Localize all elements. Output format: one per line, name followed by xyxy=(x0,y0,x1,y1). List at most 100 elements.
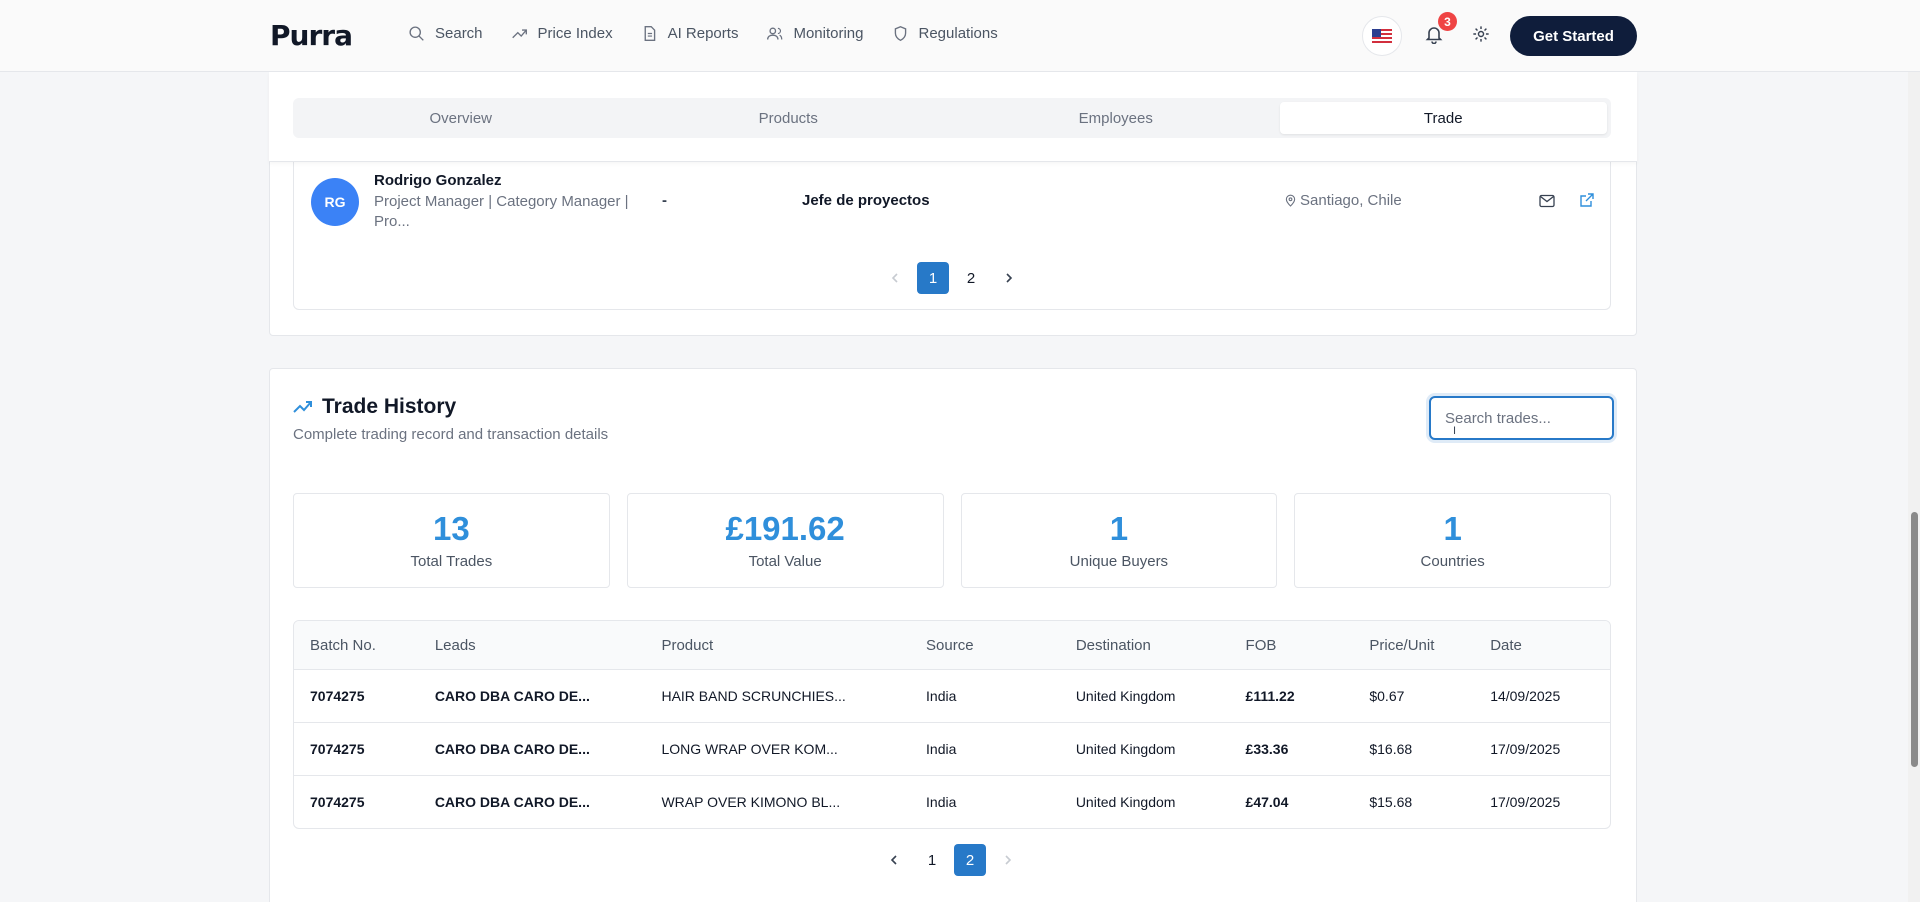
table-row[interactable]: 7074275 CARO DBA CARO DE... HAIR BAND SC… xyxy=(294,669,1610,722)
table-row[interactable]: 7074275 CARO DBA CARO DE... WRAP OVER KI… xyxy=(294,775,1610,828)
trades-table: Batch No. Leads Product Source Destinati… xyxy=(293,620,1611,829)
batch-cell: 7074275 xyxy=(310,688,365,704)
leads-cell: CARO DBA CARO DE... xyxy=(434,794,590,810)
page-button[interactable]: 1 xyxy=(916,844,948,876)
tab-trade[interactable]: Trade xyxy=(1279,102,1607,134)
nav-price-index[interactable]: Price Index xyxy=(511,25,613,42)
shield-icon xyxy=(894,25,906,42)
search-icon xyxy=(409,26,424,41)
trade-stats: 13 Total Trades £191.62 Total Value 1 Un… xyxy=(293,493,1611,588)
chevron-left-icon xyxy=(890,855,897,865)
text-cursor-icon: I xyxy=(1453,425,1457,437)
stat-label: Total Trades xyxy=(410,553,493,570)
search-trades-input[interactable] xyxy=(1429,396,1614,440)
column-header[interactable]: Source xyxy=(910,637,1060,654)
product-cell: LONG WRAP OVER KOM... xyxy=(661,741,838,757)
destination-cell: United Kingdom xyxy=(1075,794,1176,810)
tab-overview[interactable]: Overview xyxy=(297,102,625,134)
map-pin-icon xyxy=(1285,194,1296,207)
stat-value: 13 xyxy=(433,510,470,547)
nav-monitoring-label: Monitoring xyxy=(793,25,864,42)
column-header[interactable]: FOB xyxy=(1230,637,1354,654)
price-unit-cell: $16.68 xyxy=(1369,741,1413,757)
mail-icon[interactable] xyxy=(1539,194,1555,208)
stat-label: Countries xyxy=(1420,553,1485,570)
table-header: Batch No. Leads Product Source Destinati… xyxy=(294,621,1610,669)
nav-regulations-label: Regulations xyxy=(918,25,998,42)
next-page-button[interactable] xyxy=(992,844,1024,876)
gear-icon[interactable] xyxy=(1472,25,1490,43)
date-cell: 17/09/2025 xyxy=(1490,794,1561,810)
tabs-bar: Overview Products Employees Trade xyxy=(269,72,1637,162)
trade-history-subtitle: Complete trading record and transaction … xyxy=(293,426,609,443)
column-header[interactable]: Product xyxy=(645,637,910,654)
stat-value: 1 xyxy=(1443,510,1462,547)
price-unit-cell: $15.68 xyxy=(1369,794,1413,810)
us-flag-icon xyxy=(1372,29,1392,43)
page-button[interactable]: 1 xyxy=(917,262,949,294)
top-navbar: Purra Search Price Index AI Reports Moni… xyxy=(0,0,1920,72)
stat-value: £191.62 xyxy=(725,510,845,547)
external-link-icon[interactable] xyxy=(1579,192,1595,208)
column-header[interactable]: Leads xyxy=(419,637,646,654)
employee-location-text: Santiago, Chile xyxy=(1300,192,1402,209)
chevron-right-icon xyxy=(1006,273,1013,283)
page-button[interactable]: 2 xyxy=(955,262,987,294)
table-row[interactable]: 7074275 CARO DBA CARO DE... LONG WRAP OV… xyxy=(294,722,1610,775)
tab-list: Overview Products Employees Trade xyxy=(293,98,1611,138)
prev-page-button[interactable] xyxy=(878,844,910,876)
trending-up-icon xyxy=(511,29,527,39)
document-icon xyxy=(644,26,655,41)
language-button[interactable] xyxy=(1362,16,1402,56)
stat-total-trades: 13 Total Trades xyxy=(293,493,610,588)
employee-name: Rodrigo Gonzalez xyxy=(374,172,502,189)
tab-products[interactable]: Products xyxy=(625,102,953,134)
nav-price-index-label: Price Index xyxy=(537,25,613,42)
employee-location: Santiago, Chile xyxy=(1285,192,1402,209)
prev-page-button[interactable] xyxy=(879,262,911,294)
tab-employees[interactable]: Employees xyxy=(952,102,1280,134)
destination-cell: United Kingdom xyxy=(1075,741,1176,757)
next-page-button[interactable] xyxy=(993,262,1025,294)
destination-cell: United Kingdom xyxy=(1075,688,1176,704)
nav-ai-reports-label: AI Reports xyxy=(667,25,739,42)
column-header[interactable]: Price/Unit xyxy=(1353,637,1474,654)
nav-ai-reports[interactable]: AI Reports xyxy=(641,25,739,42)
product-cell: HAIR BAND SCRUNCHIES... xyxy=(661,688,846,704)
batch-cell: 7074275 xyxy=(310,741,365,757)
nav-monitoring[interactable]: Monitoring xyxy=(766,25,864,42)
stat-unique-buyers: 1 Unique Buyers xyxy=(960,493,1278,588)
chevron-left-icon xyxy=(891,273,898,283)
trades-pagination: 1 2 xyxy=(878,844,1024,876)
product-cell: WRAP OVER KIMONO BL... xyxy=(661,794,841,810)
chevron-right-icon xyxy=(1005,855,1012,865)
get-started-button[interactable]: Get Started xyxy=(1510,16,1637,56)
source-cell: India xyxy=(926,794,957,810)
scrollbar-thumb[interactable] xyxy=(1911,512,1918,767)
employee-pagination: 1 2 xyxy=(879,262,1025,294)
column-header[interactable]: Destination xyxy=(1060,637,1230,654)
nav-search-label: Search xyxy=(435,25,483,42)
price-unit-cell: $0.67 xyxy=(1369,688,1405,704)
date-cell: 14/09/2025 xyxy=(1490,688,1561,704)
leads-cell: CARO DBA CARO DE... xyxy=(434,741,590,757)
employee-department: - xyxy=(662,192,667,209)
source-cell: India xyxy=(926,688,957,704)
fob-cell: £33.36 xyxy=(1245,741,1289,757)
main-nav: Search Price Index AI Reports Monitoring… xyxy=(408,25,998,42)
users-icon xyxy=(767,27,783,40)
column-header[interactable]: Batch No. xyxy=(294,637,419,654)
logo-text: Purra xyxy=(270,19,353,52)
employee-role: Jefe de proyectos xyxy=(802,192,930,209)
nav-regulations[interactable]: Regulations xyxy=(892,25,998,42)
logo[interactable]: Purra xyxy=(270,19,353,52)
fob-cell: £111.22 xyxy=(1245,688,1295,704)
trade-history-heading: Trade History xyxy=(293,395,456,419)
column-header[interactable]: Date xyxy=(1474,637,1610,654)
page-button[interactable]: 2 xyxy=(954,844,986,876)
date-cell: 17/09/2025 xyxy=(1490,741,1561,757)
stat-label: Total Value xyxy=(748,553,822,570)
stat-total-value: £191.62 Total Value xyxy=(626,493,944,588)
nav-search[interactable]: Search xyxy=(408,25,483,42)
employee-title: Project Manager | Category Manager | Pro… xyxy=(374,193,629,230)
